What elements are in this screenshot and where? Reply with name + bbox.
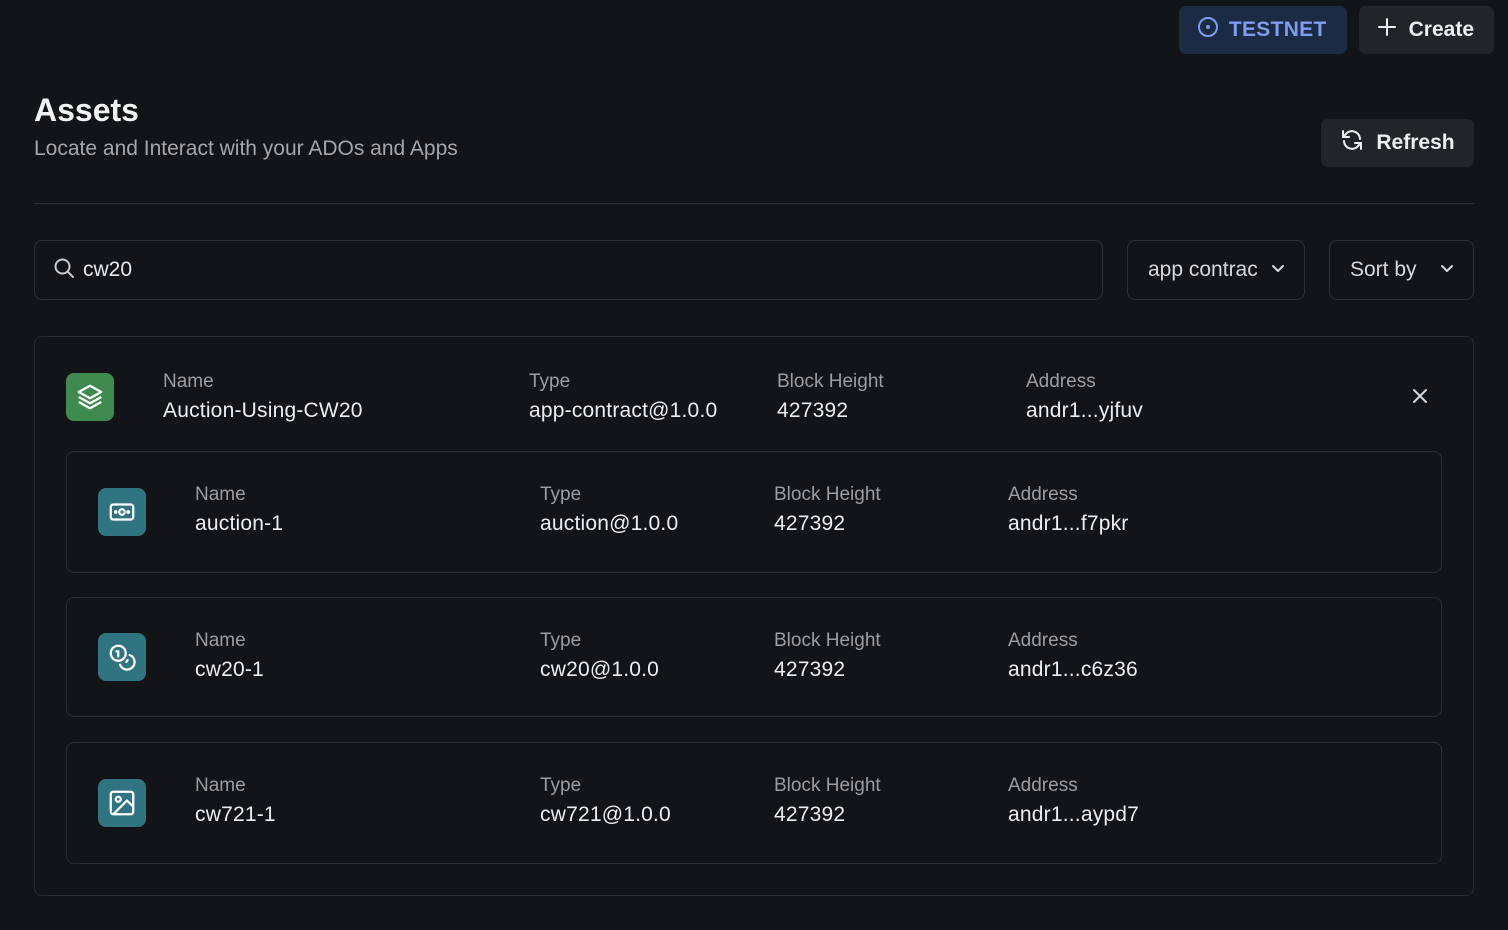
ado-type: cw721@1.0.0 bbox=[540, 803, 671, 826]
ado-row[interactable]: Name cw20-1 Type cw20@1.0.0 Block Height… bbox=[66, 597, 1442, 717]
ado-type-field: Type cw20@1.0.0 bbox=[540, 630, 659, 682]
block-height-label: Block Height bbox=[774, 630, 881, 651]
search-input[interactable] bbox=[83, 258, 983, 282]
app-type: app-contract@1.0.0 bbox=[529, 399, 718, 422]
ado-type: auction@1.0.0 bbox=[540, 512, 679, 535]
block-height-label: Block Height bbox=[777, 371, 884, 392]
ado-block-height: 427392 bbox=[774, 658, 846, 681]
plus-icon bbox=[1377, 17, 1397, 43]
top-bar: TESTNET Create bbox=[1178, 6, 1494, 54]
page-title: Assets bbox=[34, 92, 139, 128]
name-label: Name bbox=[195, 775, 246, 796]
chevron-down-icon bbox=[1270, 258, 1286, 282]
type-label: Type bbox=[529, 371, 571, 392]
app-card: Name Auction-Using-CW20 Type app-contrac… bbox=[34, 336, 1474, 896]
app-name: Auction-Using-CW20 bbox=[163, 399, 363, 422]
app-row[interactable]: Name Auction-Using-CW20 Type app-contrac… bbox=[35, 337, 1473, 451]
ado-row[interactable]: Name cw721-1 Type cw721@1.0.0 Block Heig… bbox=[66, 742, 1442, 864]
ado-block-height-field: Block Height 427392 bbox=[774, 630, 881, 682]
ado-name-field: Name auction-1 bbox=[195, 484, 283, 536]
ado-address[interactable]: andr1...f7pkr bbox=[1008, 512, 1129, 536]
app-type-field: Type app-contract@1.0.0 bbox=[529, 371, 717, 423]
search-icon bbox=[53, 257, 75, 284]
app-address-field: Address andr1...yjfuv bbox=[1026, 371, 1143, 423]
divider bbox=[34, 203, 1474, 204]
ado-type: cw20@1.0.0 bbox=[540, 658, 660, 681]
type-filter-select[interactable]: app contract bbox=[1127, 240, 1305, 300]
block-height-label: Block Height bbox=[774, 484, 881, 505]
network-label: TESTNET bbox=[1228, 18, 1327, 41]
ado-address-field: Address andr1...aypd7 bbox=[1008, 775, 1139, 827]
refresh-label: Refresh bbox=[1376, 131, 1455, 154]
network-button[interactable]: TESTNET bbox=[1178, 6, 1347, 54]
name-label: Name bbox=[195, 484, 246, 505]
ado-name: auction-1 bbox=[195, 512, 284, 535]
app-name-field: Name Auction-Using-CW20 bbox=[163, 371, 363, 423]
block-height-label: Block Height bbox=[774, 775, 881, 796]
type-label: Type bbox=[540, 630, 582, 651]
ado-address[interactable]: andr1...aypd7 bbox=[1008, 803, 1139, 827]
page-subtitle: Locate and Interact with your ADOs and A… bbox=[34, 137, 458, 160]
ado-block-height-field: Block Height 427392 bbox=[774, 775, 881, 827]
app-block-height-field: Block Height 427392 bbox=[777, 371, 884, 423]
image-icon bbox=[98, 779, 146, 827]
app-block-height: 427392 bbox=[777, 399, 849, 422]
sort-select[interactable]: Sort by bbox=[1329, 240, 1474, 300]
create-button[interactable]: Create bbox=[1358, 6, 1494, 54]
app-address[interactable]: andr1...yjfuv bbox=[1026, 399, 1143, 423]
create-label: Create bbox=[1408, 18, 1474, 41]
sort-label: Sort by bbox=[1350, 258, 1417, 281]
address-label: Address bbox=[1008, 775, 1078, 796]
type-filter-value: app contract bbox=[1148, 258, 1258, 281]
name-label: Name bbox=[163, 371, 214, 392]
refresh-icon bbox=[1340, 128, 1364, 158]
address-label: Address bbox=[1008, 630, 1078, 651]
coins-icon bbox=[98, 633, 146, 681]
name-label: Name bbox=[195, 630, 246, 651]
ado-name-field: Name cw721-1 bbox=[195, 775, 276, 827]
page-header: Assets Locate and Interact with your ADO… bbox=[34, 92, 458, 161]
ado-address[interactable]: andr1...c6z36 bbox=[1008, 658, 1138, 682]
ado-type-field: Type auction@1.0.0 bbox=[540, 484, 678, 536]
ado-address-field: Address andr1...f7pkr bbox=[1008, 484, 1129, 536]
ado-type-field: Type cw721@1.0.0 bbox=[540, 775, 671, 827]
refresh-button[interactable]: Refresh bbox=[1321, 119, 1474, 167]
network-icon bbox=[1197, 16, 1219, 44]
address-label: Address bbox=[1026, 371, 1096, 392]
ado-block-height: 427392 bbox=[774, 512, 846, 535]
chevron-down-icon bbox=[1439, 258, 1455, 282]
banknote-icon bbox=[98, 488, 146, 536]
address-label: Address bbox=[1008, 484, 1078, 505]
ado-block-height-field: Block Height 427392 bbox=[774, 484, 881, 536]
layers-icon bbox=[66, 373, 114, 421]
search-box[interactable] bbox=[34, 240, 1103, 300]
ado-row[interactable]: Name auction-1 Type auction@1.0.0 Block … bbox=[66, 451, 1442, 573]
close-icon[interactable] bbox=[1411, 387, 1429, 405]
ado-address-field: Address andr1...c6z36 bbox=[1008, 630, 1138, 682]
type-label: Type bbox=[540, 775, 582, 796]
ado-name-field: Name cw20-1 bbox=[195, 630, 264, 682]
ado-name: cw20-1 bbox=[195, 658, 264, 681]
ado-block-height: 427392 bbox=[774, 803, 846, 826]
type-label: Type bbox=[540, 484, 582, 505]
ado-name: cw721-1 bbox=[195, 803, 276, 826]
